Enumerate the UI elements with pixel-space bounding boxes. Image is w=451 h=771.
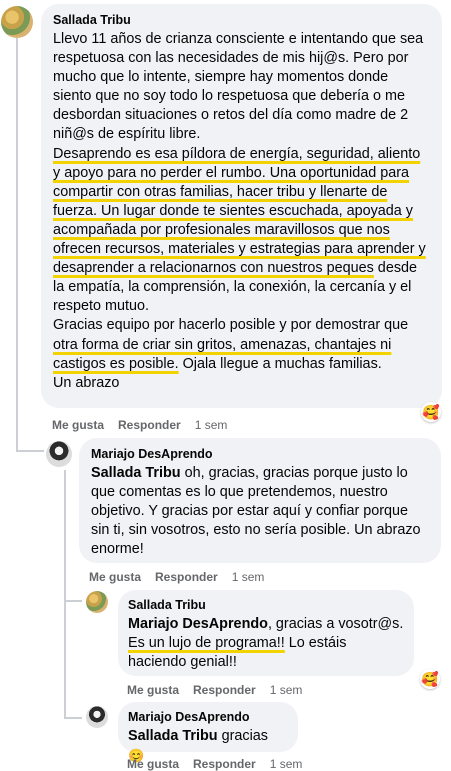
thread-line-nested-branch-1	[64, 600, 82, 602]
reply-button[interactable]: Responder	[118, 418, 181, 432]
avatar[interactable]	[46, 441, 72, 467]
comment-paragraph-1: Llevo 11 años de crianza consciente e in…	[53, 31, 424, 143]
like-button[interactable]: Me gusta	[127, 683, 179, 697]
reply-author[interactable]: Mariajo DesAprendo	[91, 447, 429, 461]
mention-link[interactable]: Sallada Tribu	[128, 728, 218, 744]
avatar[interactable]	[1, 6, 33, 38]
comment-paragraph-3: Gracias equipo por hacerlo posible y por…	[53, 316, 430, 373]
reply-text-plain: gracias	[217, 728, 268, 744]
reply-actions: Me gusta Responder 1 sem	[127, 757, 316, 771]
mention-link[interactable]: Sallada Tribu	[91, 465, 181, 481]
comment-actions: Me gusta Responder 1 sem	[52, 418, 241, 432]
reply-author[interactable]: Sallada Tribu	[128, 598, 404, 612]
reply-bubble: Sallada Tribu Mariajo DesAprendo, gracia…	[118, 590, 414, 676]
thread-line-nested-branch-2	[64, 717, 82, 719]
comment-bubble: Sallada Tribu Llevo 11 años de crianza c…	[41, 4, 442, 408]
comment-text-plain: Ojala llegue a muchas familias.	[178, 355, 382, 372]
reply-text: Sallada Tribu oh, gracias, gracias porqu…	[91, 464, 429, 559]
timestamp[interactable]: 1 sem	[270, 757, 303, 771]
highlighted-text: Es un lujo de programa!!	[128, 635, 285, 652]
comment-paragraph-2: Desaprendo es esa píldora de energía, se…	[53, 145, 430, 317]
comment-author[interactable]: Sallada Tribu	[53, 13, 430, 27]
highlighted-text: Desaprendo es esa píldora de energía, se…	[53, 145, 426, 277]
comment-paragraph-4: Un abrazo	[53, 374, 120, 391]
reply-actions: Me gusta Responder 1 sem	[89, 570, 278, 584]
reaction-icon[interactable]: 🥰	[421, 402, 441, 422]
comment-text-plain: Gracias equipo por hacerlo posible y por…	[53, 317, 409, 334]
like-button[interactable]: Me gusta	[89, 570, 141, 584]
reply-author[interactable]: Mariajo DesAprendo	[128, 710, 288, 724]
reply-button[interactable]: Responder	[193, 683, 256, 697]
reply-bubble: Mariajo DesAprendo Sallada Tribu gracias…	[118, 702, 298, 763]
reply-text-plain: , gracias a vosotr@s.	[267, 616, 404, 632]
timestamp[interactable]: 1 sem	[232, 570, 265, 584]
reply-button[interactable]: Responder	[193, 757, 256, 771]
like-button[interactable]: Me gusta	[127, 757, 179, 771]
reply-actions: Me gusta Responder 1 sem	[127, 683, 316, 697]
comment-text: Llevo 11 años de crianza consciente e in…	[53, 30, 430, 393]
thread-line-main	[16, 38, 18, 450]
avatar[interactable]	[86, 591, 108, 613]
reply-button[interactable]: Responder	[155, 570, 218, 584]
thread-line-branch	[16, 450, 44, 452]
timestamp[interactable]: 1 sem	[195, 418, 228, 432]
reply-text: Mariajo DesAprendo, gracias a vosotr@s. …	[128, 615, 404, 672]
reply-bubble: Mariajo DesAprendo Sallada Tribu oh, gra…	[79, 438, 441, 563]
avatar[interactable]	[86, 706, 108, 728]
thread-line-nested	[64, 470, 66, 717]
mention-link[interactable]: Mariajo DesAprendo	[128, 616, 268, 632]
timestamp[interactable]: 1 sem	[270, 683, 303, 697]
like-button[interactable]: Me gusta	[52, 418, 104, 432]
reaction-icon[interactable]: 🥰	[420, 669, 440, 689]
